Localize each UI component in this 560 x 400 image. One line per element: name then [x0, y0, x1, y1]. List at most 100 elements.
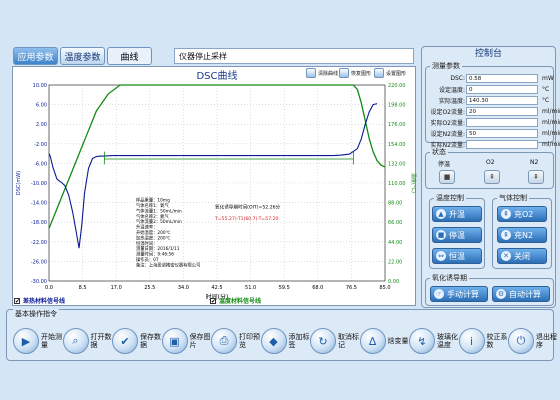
tab-application-params[interactable]: 应用参数: [13, 47, 58, 65]
command-button-3[interactable]: ▣ 保存图片: [161, 324, 214, 358]
auto-icon: ⚙: [496, 289, 506, 299]
restore-graph-button[interactable]: 恢复图形: [339, 68, 371, 78]
y-tick-label: -30.00: [31, 279, 47, 285]
oit-legend: 氧化诱导期: [432, 274, 467, 282]
dsc-signal-label: 差热材料信号线: [23, 298, 66, 305]
command-button-label: 取消标记: [338, 333, 359, 349]
status-field: 仪器停止采样: [174, 48, 414, 64]
x-tick-label: 68.0: [312, 285, 323, 291]
printer-icon: ⎙: [211, 328, 237, 354]
basic-commands-title: 基本操作指令: [13, 309, 59, 319]
param-unit: mW: [542, 74, 554, 82]
sample-info-line: 测量日期：2016/1/11: [136, 245, 180, 252]
command-button-5[interactable]: ◆ 添加标签: [260, 324, 313, 358]
command-button-9[interactable]: i 校正系数: [458, 324, 511, 358]
command-button-7[interactable]: ∆ 焓变量: [359, 324, 412, 358]
param-row-dsc: DSC: 0.58 mW: [422, 73, 554, 83]
temp-signal-checkbox[interactable]: ✔ 温度材料信号线: [210, 296, 261, 305]
command-button-0[interactable]: ▶ 开始测量: [13, 324, 65, 358]
sample-info-line: 升温速率：: [136, 224, 157, 231]
y2-tick-label: 0.00: [388, 279, 399, 285]
state-o2-indicator: ⇞: [484, 170, 500, 184]
sample-info-line: 恒温时间：: [136, 240, 157, 247]
sample-info-line: 气体流量1：50mL/min: [136, 207, 182, 214]
auto-calc-label: 自动计算: [509, 289, 541, 299]
param-value: [466, 117, 538, 127]
tab-curve[interactable]: 曲线: [107, 47, 152, 65]
set-graph-label: 设置图形: [386, 70, 407, 77]
dsc-chart: DSC曲线 0.0 8.5 17.0 25.5 34.0 42.5 51.0 59.5 68.0 7…: [16, 69, 417, 301]
x-tick-label: 51.0: [245, 285, 256, 291]
close-gas-button[interactable]: ✕ 关闭: [497, 248, 547, 264]
param-label: 实际温度:: [438, 97, 465, 105]
close-gas-label: 关闭: [514, 251, 530, 261]
param-value: 140.30: [466, 95, 538, 105]
sample-info-line: 操作员：07: [136, 256, 159, 263]
auto-calc-button[interactable]: ⚙ 自动计算: [492, 286, 550, 302]
command-button-1[interactable]: ⌕ 打开数据: [62, 324, 115, 358]
command-button-2[interactable]: ✔ 保存数据: [112, 324, 164, 358]
clear-curve-button[interactable]: 清除曲线: [306, 68, 338, 78]
y2-tick-label: 22.00: [388, 259, 402, 265]
command-button-6[interactable]: ↻ 取消标记: [310, 324, 362, 358]
y2-tick-label: 220.00: [388, 83, 406, 89]
hold-temp-button[interactable]: ⇔ 恒温: [432, 248, 482, 264]
measure-params-legend: 测量参数: [432, 62, 460, 70]
y2-tick-label: 132.00: [388, 161, 406, 167]
param-label: DSC:: [450, 74, 465, 82]
state-label-n2: N2: [530, 159, 539, 166]
y2-tick-label: 88.00: [388, 201, 402, 207]
sample-info-line: 气体名称2：氮气: [136, 213, 170, 220]
gas-icon: ⇞: [501, 230, 511, 240]
tab-temperature-params[interactable]: 温度参数: [60, 47, 105, 65]
console-title: 控制台: [474, 49, 502, 59]
y-axis-label: DSC(mW): [16, 171, 22, 195]
play-icon: ▶: [13, 328, 39, 354]
stop-temp-button[interactable]: ■ 停温: [432, 227, 482, 243]
y-tick-label: 10.00: [33, 83, 47, 89]
fill-o2-button[interactable]: ⇞ 充O2: [497, 206, 547, 222]
param-unit: ml/min: [542, 129, 560, 137]
stop-icon: ■: [436, 230, 446, 240]
command-button-8[interactable]: ↯ 玻璃化温度: [409, 324, 461, 358]
gas-control-legend: 气体控制: [499, 194, 527, 202]
command-button-10[interactable]: ⏻ 退出程序: [508, 324, 560, 358]
y-tick-label: -10.00: [31, 181, 47, 187]
x-tick-label: 34.0: [178, 285, 189, 291]
param-unit: °C: [542, 96, 550, 104]
heat-up-button[interactable]: ▲ 升温: [432, 206, 482, 222]
glass-transition-icon: ↯: [409, 328, 435, 354]
sample-info-line: 样品重量：10mg: [136, 197, 170, 204]
command-button-4[interactable]: ⎙ 打印预览: [211, 324, 263, 358]
y2-tick-label: 44.00: [388, 240, 402, 246]
y-tick-label: 6.00: [36, 103, 47, 109]
param-row-set-o2: 设定O2流量:20 ml/min: [422, 106, 560, 116]
command-button-label: 添加标签: [288, 333, 310, 349]
manual-calc-button[interactable]: ☞ 手动计算: [430, 286, 488, 302]
x-tick-label: 76.5: [346, 285, 357, 291]
hold-icon: ⇔: [436, 251, 446, 261]
command-button-label: 退出程序: [536, 333, 557, 349]
y2-tick-label: 66.00: [388, 220, 402, 226]
restore-graph-label: 恢复图形: [351, 70, 372, 77]
dsc-signal-checkbox[interactable]: ✔ 差热材料信号线: [14, 296, 65, 305]
tag-icon: ◆: [260, 328, 287, 354]
fill-n2-label: 充N2: [514, 230, 534, 240]
param-row-actual-temp: 实际温度: 140.30 °C: [422, 95, 554, 105]
y2-tick-label: 154.00: [388, 142, 406, 148]
fill-n2-button[interactable]: ⇞ 充N2: [497, 227, 547, 243]
hand-icon: ☞: [434, 289, 444, 299]
control-console: 控制台 测量参数 DSC: 0.58 mW 设定温度: 0 °C 实际温度: 140.30…: [421, 46, 560, 308]
sample-info-line: 开始温度：200℃: [136, 229, 171, 236]
fill-o2-label: 充O2: [514, 209, 534, 219]
y-tick-label: -26.00: [31, 259, 47, 265]
y-tick-label: -22.00: [31, 240, 47, 246]
y2-tick-label: 110.00: [388, 181, 406, 187]
param-value: 50: [466, 128, 538, 138]
param-label: 设定O2流量:: [430, 108, 465, 116]
set-graph-button[interactable]: 设置图形: [374, 68, 406, 78]
hold-temp-label: 恒温: [449, 251, 465, 261]
image-icon: ▣: [161, 328, 188, 354]
sample-info-line: 备注：上海盈诺精密仪器有限公司: [136, 261, 200, 268]
command-button-label: 焓变量: [387, 337, 409, 345]
